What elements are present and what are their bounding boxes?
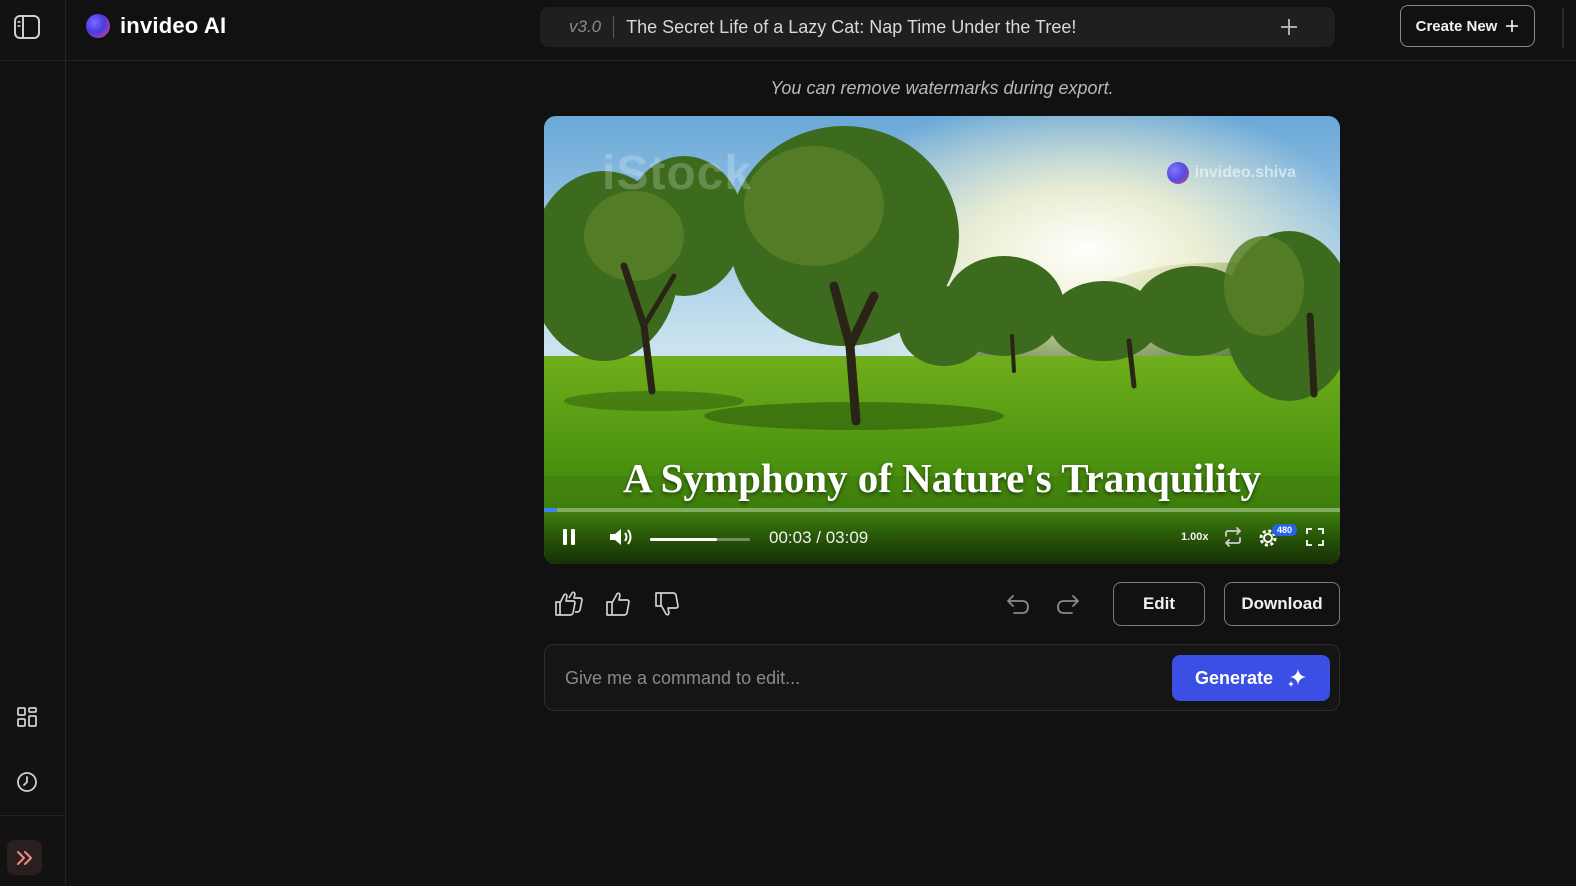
version-label: v3.0 [569,17,602,36]
dislike-button[interactable] [649,586,685,622]
video-caption: A Symphony of Nature's Tranquility [623,455,1261,501]
generate-button[interactable]: Generate [1172,655,1330,701]
title-divider [613,16,615,38]
sidebar-item-dashboard[interactable] [9,699,45,735]
add-button[interactable] [1269,7,1309,47]
redo-icon [1057,595,1079,614]
brand-name: invideo AI [120,13,227,38]
thumbs-down-icon [655,592,679,616]
brand-watermark-logo-icon [1166,162,1189,184]
brand-watermark-text: invideo.shiva [1194,164,1296,181]
sparkle-icon [1288,669,1307,687]
undo-icon [1007,595,1029,614]
create-new-button[interactable]: Create New [1400,5,1535,47]
sidebar-toggle-icon[interactable] [9,9,45,45]
pause-button[interactable] [556,524,582,550]
loop-icon [1225,527,1241,547]
fullscreen-button[interactable] [1302,524,1328,550]
love-it-button[interactable] [551,586,587,622]
stock-watermark: iStock [602,147,753,200]
volume-button[interactable] [607,523,637,551]
playback-speed[interactable]: 1.00x [1181,531,1209,543]
clock-icon [17,772,37,792]
edit-button[interactable]: Edit [1113,582,1205,626]
volume-icon [610,529,632,545]
fullscreen-icon [1306,528,1324,546]
left-rail [0,0,66,886]
grid-icon [17,707,37,727]
like-button[interactable] [600,586,636,622]
command-input[interactable] [565,657,1155,699]
watermark-note: You can remove watermarks during export. [770,78,1114,98]
plus-icon [1281,19,1297,35]
brand[interactable]: invideo AI [86,13,226,39]
quality-badge: 480 [1272,524,1298,536]
sidebar-item-history[interactable] [9,764,45,800]
pause-icon [563,529,575,545]
command-box: Generate [544,644,1340,711]
volume-slider[interactable] [650,538,750,541]
time-display: 00:03 / 03:09 [769,528,869,547]
create-new-label: Create New [1415,17,1498,35]
project-title-bar[interactable]: v3.0 The Secret Life of a Lazy Cat: Nap … [540,7,1335,47]
redo-button[interactable] [1050,586,1086,622]
undo-button[interactable] [1000,586,1036,622]
generate-label: Generate [1194,667,1274,688]
video-player[interactable]: iStock invideo.shiva A Symphony of Natur… [544,116,1340,564]
brand-watermark: invideo.shiva [1166,162,1296,184]
top-bar: invideo AI v3.0 The Secret Life of a Laz… [66,0,1576,61]
thumbs-up-icon [606,592,630,616]
double-chevron-right-icon [16,850,32,865]
rail-divider [0,815,66,816]
double-thumbs-up-icon [555,591,583,616]
scroll-edge [1562,8,1564,48]
brand-logo-icon [86,14,110,38]
loop-button[interactable] [1220,524,1246,550]
volume-fill [650,538,717,541]
rail-header [0,0,66,61]
plus-icon [1506,20,1519,32]
project-title[interactable]: The Secret Life of a Lazy Cat: Nap Time … [626,17,1269,38]
player-controls: 00:03 / 03:09 1.00x 480 [544,512,1340,564]
download-button[interactable]: Download [1224,582,1340,626]
expand-sidebar-button[interactable] [7,840,42,875]
